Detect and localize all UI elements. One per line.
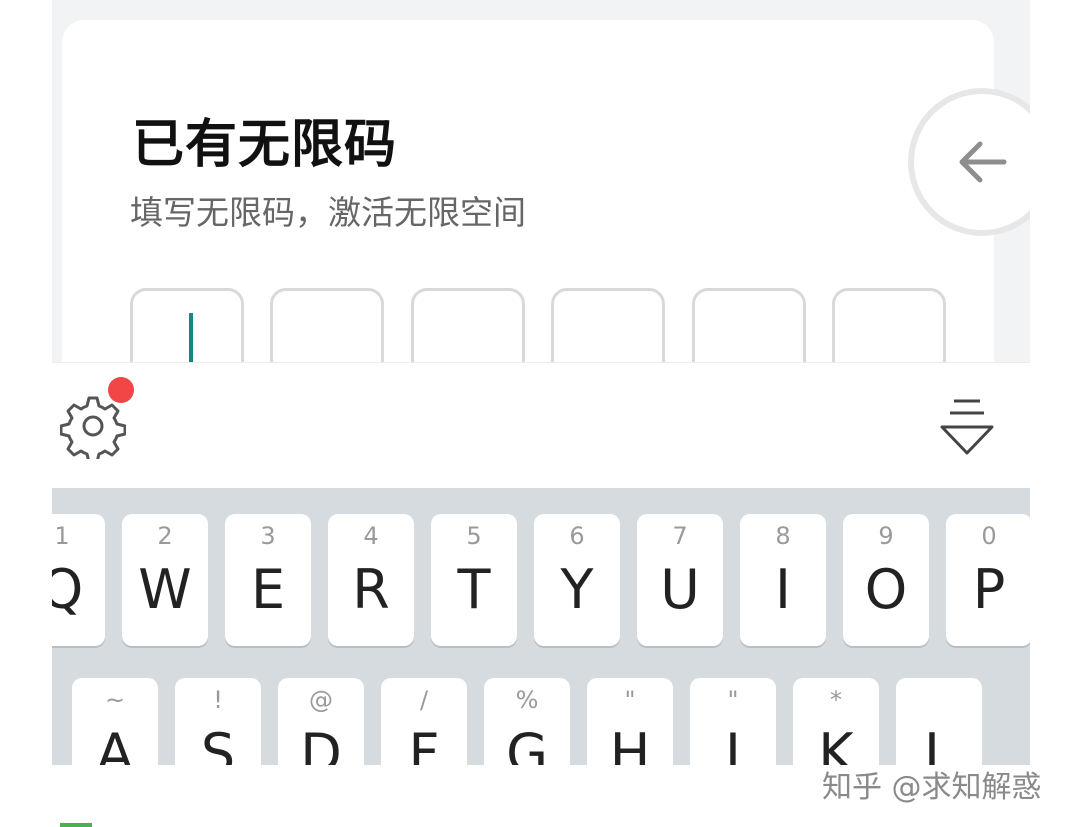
key-secondary-label: 5 xyxy=(466,522,482,550)
key-k[interactable]: * K xyxy=(793,678,879,765)
key-label: W xyxy=(138,558,192,621)
key-f[interactable]: / F xyxy=(381,678,467,765)
key-label: H xyxy=(609,722,651,765)
notification-dot xyxy=(108,377,134,403)
keyboard-settings-button[interactable] xyxy=(59,393,127,464)
key-label: A xyxy=(96,722,134,765)
key-label: Q xyxy=(52,558,84,621)
key-secondary-label: 7 xyxy=(672,522,688,550)
key-label: E xyxy=(250,558,286,621)
key-label: D xyxy=(300,722,342,765)
key-secondary-label: 4 xyxy=(363,522,379,550)
key-label: U xyxy=(660,558,700,621)
page-title: 已有无限码 xyxy=(132,115,398,175)
key-label: R xyxy=(352,558,390,621)
key-o[interactable]: 9O xyxy=(843,514,929,646)
key-h[interactable]: " H xyxy=(587,678,673,765)
key-p[interactable]: 0P xyxy=(946,514,1030,646)
key-secondary-label: 8 xyxy=(775,522,791,550)
key-secondary-label: 1 xyxy=(54,522,70,550)
key-label: T xyxy=(457,558,491,621)
screen: 已有无限码 填写无限码，激活无限空间 1 Q 2 W 3 E 4 R 5 T 6… xyxy=(52,0,1030,765)
key-u[interactable]: 7U xyxy=(637,514,723,646)
key-secondary-label: * xyxy=(830,686,842,714)
code-card: 已有无限码 填写无限码，激活无限空间 xyxy=(62,20,994,420)
key-label: S xyxy=(200,722,236,765)
key-s[interactable]: ! S xyxy=(175,678,261,765)
key-secondary-label: ~ xyxy=(104,686,126,714)
key-label: L xyxy=(923,722,955,765)
keyboard-toolbar xyxy=(52,362,1030,489)
key-label: F xyxy=(408,722,440,765)
key-y[interactable]: 6Y xyxy=(534,514,620,646)
key-label: Y xyxy=(560,558,594,621)
key-secondary-label: " xyxy=(727,686,739,714)
key-r[interactable]: 4R xyxy=(328,514,414,646)
accent-line xyxy=(60,823,92,827)
key-a[interactable]: ~ A xyxy=(72,678,158,765)
key-g[interactable]: % G xyxy=(484,678,570,765)
key-e[interactable]: 3E xyxy=(225,514,311,646)
key-secondary-label: 0 xyxy=(981,522,997,550)
key-label: J xyxy=(725,722,741,765)
page-subtitle: 填写无限码，激活无限空间 xyxy=(130,193,526,232)
key-secondary-label: " xyxy=(624,686,636,714)
key-label: O xyxy=(864,558,908,621)
keyboard-hide-icon xyxy=(940,399,994,455)
key-l[interactable]: L xyxy=(896,678,982,765)
key-d[interactable]: @ D xyxy=(278,678,364,765)
key-secondary-label: 9 xyxy=(878,522,894,550)
soft-keyboard: 1Q2W3E4R5T6Y7U8I9O0P ~ A! S @ D / F% G " H " J * K L xyxy=(52,488,1030,765)
gear-icon xyxy=(59,396,127,464)
key-i[interactable]: 8I xyxy=(740,514,826,646)
key-j[interactable]: " J xyxy=(690,678,776,765)
watermark-text: 知乎 @求知解惑 xyxy=(822,770,1042,805)
key-label: P xyxy=(972,558,1006,621)
key-q[interactable]: 1Q xyxy=(52,514,105,646)
arrow-left-icon xyxy=(959,141,1007,183)
key-secondary-label: / xyxy=(419,686,429,714)
key-label: G xyxy=(506,722,548,765)
key-t[interactable]: 5T xyxy=(431,514,517,646)
hide-keyboard-button[interactable] xyxy=(938,395,996,457)
key-secondary-label: 2 xyxy=(157,522,173,550)
key-w[interactable]: 2W xyxy=(122,514,208,646)
key-secondary-label: ! xyxy=(213,686,223,714)
key-secondary-label: @ xyxy=(309,686,333,714)
key-label: K xyxy=(818,722,854,765)
key-secondary-label: % xyxy=(515,686,539,714)
key-secondary-label: 6 xyxy=(569,522,585,550)
key-label: I xyxy=(775,558,791,621)
key-secondary-label: 3 xyxy=(260,522,276,550)
